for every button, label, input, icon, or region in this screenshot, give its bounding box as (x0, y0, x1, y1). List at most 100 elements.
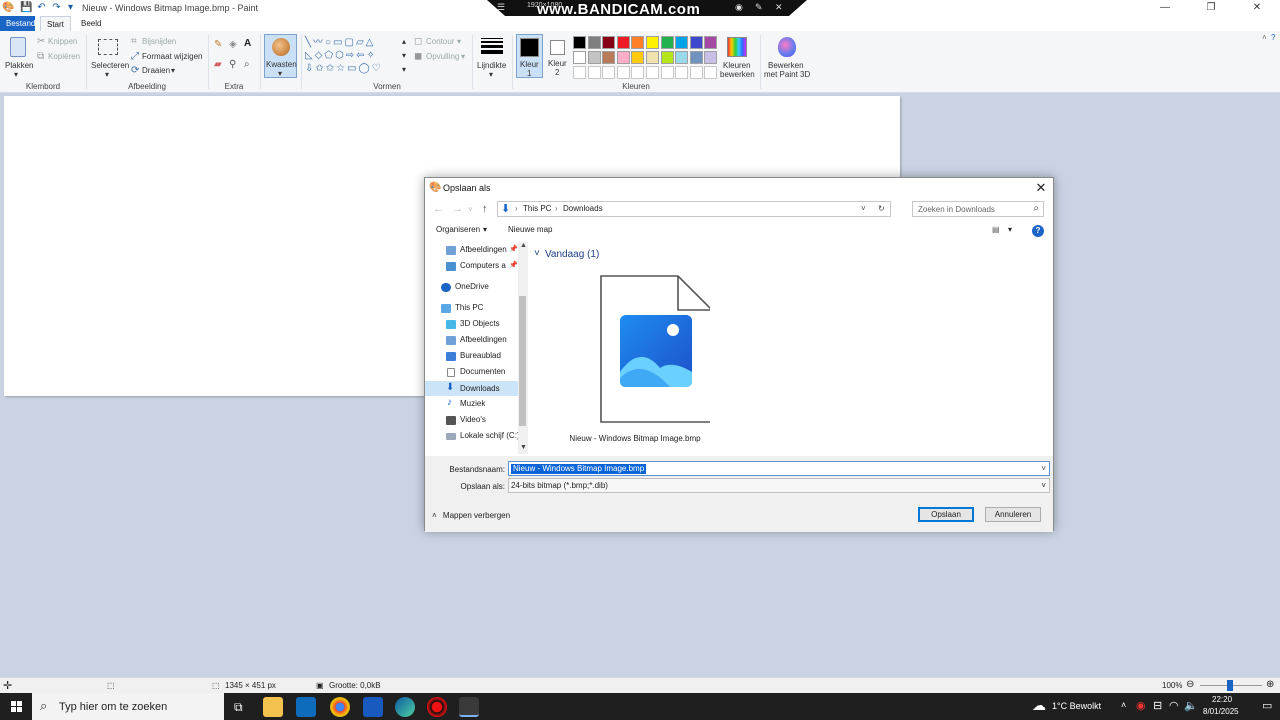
refresh-icon[interactable]: ↻ (878, 204, 885, 213)
color-swatch[interactable] (660, 36, 674, 49)
task-view-icon[interactable]: ⧉ (234, 700, 243, 715)
network-icon[interactable]: ⊟ (1153, 699, 1162, 712)
navigation-scrollbar[interactable]: ▲ ▼ (518, 242, 528, 454)
custom-color-slot[interactable] (631, 66, 645, 79)
chevron-down-icon[interactable]: ˅ (534, 248, 540, 259)
chevron-down-icon[interactable]: ▾ (402, 51, 406, 60)
organize-button[interactable]: Organiseren (436, 225, 480, 234)
tab-view[interactable]: Beeld (75, 16, 107, 31)
color-swatch[interactable] (602, 36, 616, 49)
close-dialog-button[interactable]: ✕ (1033, 180, 1049, 196)
color-swatch[interactable] (573, 36, 586, 49)
nav-item-downloads[interactable]: ⬇ Downloads (425, 381, 518, 396)
save-icon[interactable]: 💾 (20, 2, 32, 13)
scrollbar-thumb[interactable] (519, 296, 526, 426)
pencil-icon[interactable]: ✎ (755, 2, 763, 13)
file-explorer-icon[interactable] (263, 697, 283, 717)
color1-button[interactable]: Kleur 1 (516, 34, 543, 78)
pencil-icon[interactable]: ✎ (214, 40, 222, 50)
select-button[interactable]: Selecteren ▾ (90, 34, 129, 80)
crop-button[interactable]: Bijsnijden (142, 37, 176, 46)
color-swatch[interactable] (587, 51, 601, 64)
color-picker-icon[interactable]: ⚲ (229, 60, 236, 70)
color-swatch[interactable] (689, 51, 703, 64)
cut-button[interactable]: Knippen (48, 37, 77, 46)
edge-icon[interactable] (395, 697, 415, 717)
hide-folders-toggle[interactable]: ˄ Mappen verbergen (432, 511, 510, 520)
redo-icon[interactable]: ↷ (51, 2, 62, 13)
help-icon[interactable]: ? (1271, 33, 1275, 42)
shapes-gallery[interactable]: ╲〰○▭▢▱△ ◺◇⬠⬡⇨⇦✧ ⇩✩✩☆▭◯♡ (305, 36, 405, 76)
custom-color-slot[interactable] (587, 66, 601, 79)
collapse-ribbon-icon[interactable]: ˄ (1262, 33, 1267, 42)
color-swatch[interactable] (616, 36, 630, 49)
volume-icon[interactable]: 🔈 (1184, 699, 1198, 712)
undo-icon[interactable]: ↶ (36, 2, 47, 13)
paste-button[interactable]: Plakken ▾ (4, 34, 34, 80)
clock-date[interactable]: 8/01/2025 (1203, 707, 1239, 716)
breadcrumb-downloads[interactable]: Downloads (563, 204, 603, 213)
color-swatch[interactable] (587, 36, 601, 49)
custom-color-slot[interactable] (675, 66, 689, 79)
text-icon[interactable]: A (244, 39, 251, 49)
color-swatch[interactable] (704, 36, 718, 49)
weather-text[interactable]: 1°C Bewolkt (1052, 701, 1101, 711)
notification-icon[interactable]: ▭ (1262, 699, 1272, 712)
rotate-button[interactable]: Draaien (142, 66, 170, 75)
custom-color-slot[interactable] (689, 66, 703, 79)
outline-button[interactable]: Contour (426, 37, 454, 46)
color-swatch[interactable] (689, 36, 703, 49)
start-button[interactable] (0, 693, 32, 720)
outlook-icon[interactable] (296, 697, 316, 717)
color-swatch[interactable] (704, 51, 718, 64)
custom-color-slot[interactable] (660, 66, 674, 79)
new-folder-button[interactable]: Nieuwe map (508, 225, 552, 234)
custom-color-slot[interactable] (602, 66, 616, 79)
filename-input[interactable]: Nieuw - Windows Bitmap Image.bmp ˅ (508, 461, 1050, 476)
resize-button[interactable]: Formaat wijzigen (142, 52, 202, 61)
color-swatch[interactable] (675, 51, 689, 64)
back-arrow-icon[interactable]: ← (433, 204, 444, 215)
breadcrumb-this-pc[interactable]: This PC (523, 204, 551, 213)
cancel-button[interactable]: Annuleren (985, 507, 1041, 522)
color-swatch[interactable] (573, 51, 586, 64)
bandicam-icon[interactable] (427, 697, 447, 717)
taskbar-search-box[interactable]: ⌕ Typ hier om te zoeken (32, 693, 224, 720)
paint-taskbar-icon[interactable] (459, 697, 479, 717)
chevron-up-icon[interactable]: ˄ (1121, 700, 1126, 710)
zoom-slider-thumb[interactable] (1227, 680, 1233, 691)
brushes-button[interactable]: Kwasten ▾ (264, 34, 297, 78)
recording-icon[interactable]: ◉ (1136, 699, 1146, 712)
tab-start[interactable]: Start (40, 16, 71, 31)
color2-button[interactable]: Kleur 2 (545, 34, 572, 78)
address-bar[interactable]: ⬇ › This PC › Downloads ˅ ↻ (497, 201, 891, 217)
chevron-down-icon[interactable]: ˅ (1041, 464, 1046, 473)
close-window-button[interactable]: ✕ (1234, 0, 1280, 16)
chevron-down-icon[interactable]: ˅ (861, 204, 866, 213)
chrome-icon[interactable] (330, 697, 350, 717)
custom-color-slot[interactable] (616, 66, 630, 79)
chevron-down-icon[interactable]: ▾ (1008, 225, 1012, 234)
minimize-button[interactable]: — (1142, 0, 1188, 16)
color-swatch[interactable] (602, 51, 616, 64)
clock-time[interactable]: 22:20 (1212, 695, 1232, 704)
chevron-up-icon[interactable]: ▴ (402, 37, 406, 46)
color-swatch[interactable] (646, 36, 659, 49)
magnifier-icon[interactable]: ⌕ (244, 60, 250, 70)
fill-icon[interactable]: ◈ (229, 40, 237, 50)
color-swatch[interactable] (616, 51, 630, 64)
save-button[interactable]: Opslaan (918, 507, 974, 522)
copy-button[interactable]: Kopiëren (48, 52, 80, 61)
color-swatch[interactable] (660, 51, 674, 64)
word-icon[interactable] (363, 697, 383, 717)
close-icon[interactable]: ✕ (775, 2, 783, 13)
wifi-icon[interactable]: ◠ (1169, 699, 1179, 712)
edit-colors-button[interactable]: Kleuren bewerken (718, 34, 756, 80)
group-header[interactable]: Vandaag (1) (545, 249, 599, 260)
forward-arrow-icon[interactable]: → (452, 204, 463, 215)
color-swatch[interactable] (675, 36, 689, 49)
save-type-select[interactable]: 24-bits bitmap (*.bmp;*.dib) ˅ (508, 478, 1050, 493)
recent-locations-icon[interactable]: ˅ (468, 204, 473, 215)
fill-button[interactable]: Opvulling (426, 52, 459, 61)
color-swatch[interactable] (631, 51, 645, 64)
